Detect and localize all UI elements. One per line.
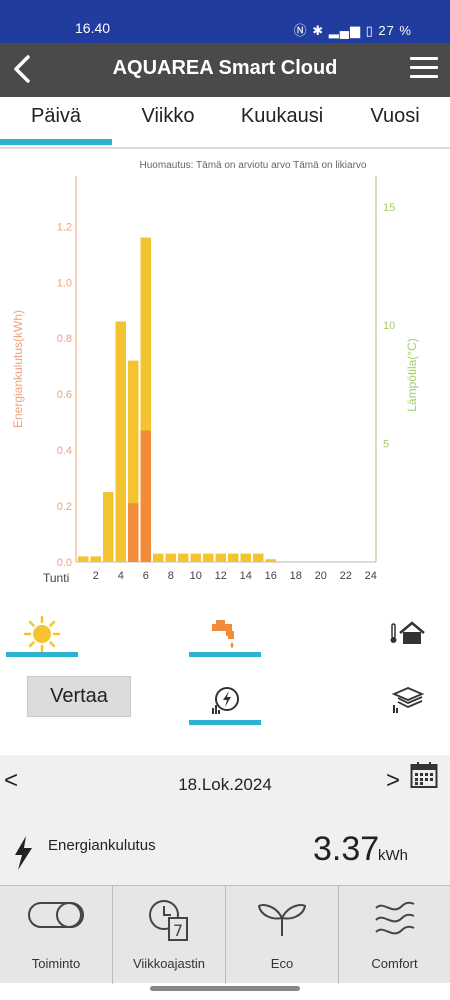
y-tick-label: 0.4 — [57, 445, 72, 457]
tab-week[interactable]: Viikko — [112, 105, 224, 128]
energy-label: Energiankulutus — [48, 837, 156, 854]
weekly-timer-icon: 7 — [149, 900, 188, 941]
sun-icon[interactable] — [24, 616, 60, 652]
period-tabs: Päivä Viikko Kuukausi Vuosi — [0, 97, 450, 149]
calendar-icon[interactable] — [410, 761, 438, 789]
y-tick-label: 0.2 — [57, 501, 72, 513]
bar-part-hour-5 — [128, 503, 139, 562]
bluetooth-icon: ✱ — [312, 23, 325, 38]
nav-toiminto-label: Toiminto — [31, 956, 81, 971]
nfc-icon: Ⓝ — [293, 23, 308, 38]
home-indicator — [150, 986, 300, 991]
nav-eco[interactable]: Eco — [226, 886, 339, 984]
bar-total-hour-11 — [203, 553, 214, 562]
date-bar: < 18.Lok.2024 > — [0, 755, 450, 815]
x-tick-label: 4 — [118, 570, 124, 582]
svg-text:7: 7 — [173, 921, 183, 940]
x-tick-label: 18 — [290, 570, 302, 582]
energy-consumption-icon[interactable] — [210, 684, 242, 716]
nav-toiminto[interactable]: Toiminto — [0, 886, 113, 984]
status-icons: Ⓝ ✱ ▂▄▆ ▯ 27 % — [294, 20, 412, 39]
y-tick-label: 0.8 — [57, 333, 72, 345]
x-tick-label: 8 — [168, 570, 174, 582]
air-waves-icon — [374, 901, 414, 935]
tap-water-selected-indicator — [189, 652, 261, 657]
energy-summary: Energiankulutus 3.37 kWh — [0, 815, 450, 885]
signal-icon: ▂▄▆ — [328, 23, 361, 38]
energy-value: 3.37 — [313, 830, 380, 868]
x-tick-label: 2 — [93, 570, 99, 582]
sun-selected-indicator — [6, 652, 78, 657]
y-tick-label: 1.2 — [57, 221, 72, 233]
lightning-icon — [15, 836, 32, 870]
y2-tick-label: 15 — [383, 202, 395, 214]
app-bar: AQUAREA Smart Cloud — [0, 43, 450, 97]
energy-unit: kWh — [378, 847, 408, 864]
bar-total-hour-1 — [78, 556, 89, 562]
bar-total-hour-2 — [90, 556, 101, 562]
mode-icons: Vertaa — [0, 610, 450, 740]
room-temperature-icon[interactable] — [390, 620, 426, 646]
tab-month[interactable]: Kuukausi — [224, 105, 340, 128]
x-tick-label: 6 — [143, 570, 149, 582]
bar-part-hour-6 — [140, 430, 151, 562]
y2-tick-label: 10 — [383, 320, 395, 332]
bar-total-hour-4 — [115, 321, 126, 562]
battery-level: 27 % — [378, 23, 412, 38]
status-bar: 16.40 Ⓝ ✱ ▂▄▆ ▯ 27 % — [0, 0, 450, 43]
x-tick-label: 20 — [315, 570, 327, 582]
x-tick-label: 12 — [215, 570, 227, 582]
compare-button[interactable]: Vertaa — [27, 676, 131, 717]
chart-note: Huomautus: Tämä on arviotu arvo Tämä on … — [140, 160, 367, 171]
tab-year[interactable]: Vuosi — [340, 105, 450, 128]
bar-total-hour-7 — [153, 553, 164, 562]
stacked-layers-icon[interactable] — [392, 686, 424, 714]
y2-tick-label: 5 — [383, 439, 389, 451]
x-tick-label: 16 — [265, 570, 277, 582]
energy-chart-svg: Huomautus: Tämä on arviotu arvo Tämä on … — [11, 160, 419, 585]
x-tick-label: 22 — [340, 570, 352, 582]
energy-chart: Huomautus: Tämä on arviotu arvo Tämä on … — [0, 149, 450, 589]
battery-icon: ▯ — [365, 23, 374, 38]
y-tick-label: 1.0 — [57, 277, 72, 289]
y-tick-label: 0.0 — [57, 557, 72, 569]
energy-selected-indicator — [189, 720, 261, 725]
x-tick-label: 10 — [190, 570, 202, 582]
x-axis-title: Tunti — [43, 571, 69, 585]
nav-eco-label: Eco — [270, 956, 294, 971]
bar-total-hour-16 — [265, 559, 276, 562]
tab-active-indicator — [0, 139, 112, 145]
bar-total-hour-10 — [190, 553, 201, 562]
nav-viikkoajastin-label: Viikkoajastin — [132, 956, 206, 971]
tab-day[interactable]: Päivä — [0, 105, 112, 128]
bar-total-hour-8 — [165, 553, 176, 562]
x-tick-label: 14 — [240, 570, 252, 582]
bar-total-hour-3 — [103, 492, 114, 562]
y-axis-title: Energiankulutus(kWh) — [11, 310, 25, 428]
bar-total-hour-12 — [215, 553, 226, 562]
bar-total-hour-13 — [228, 553, 239, 562]
status-time: 16.40 — [75, 20, 111, 36]
current-date: 18.Lok.2024 — [178, 775, 272, 794]
y2-axis-title: Lämpötila(°C) — [405, 338, 419, 412]
nav-viikkoajastin[interactable]: 7 Viikkoajastin — [113, 886, 226, 984]
sprout-icon — [257, 904, 307, 936]
bar-total-hour-9 — [178, 553, 189, 562]
nav-comfort-label: Comfort — [371, 956, 418, 971]
y-tick-label: 0.6 — [57, 389, 72, 401]
bottom-nav: Toiminto 7 Viikkoajastin Eco Comfort — [0, 885, 450, 984]
bar-total-hour-14 — [240, 553, 251, 562]
nav-comfort[interactable]: Comfort — [339, 886, 450, 984]
bar-total-hour-15 — [253, 553, 264, 562]
next-day-button[interactable]: > — [386, 767, 400, 795]
toggle-icon — [28, 902, 84, 928]
tap-water-icon[interactable] — [210, 618, 242, 650]
menu-icon[interactable] — [410, 57, 438, 81]
x-tick-label: 24 — [365, 570, 377, 582]
app-title: AQUAREA Smart Cloud — [112, 57, 338, 79]
